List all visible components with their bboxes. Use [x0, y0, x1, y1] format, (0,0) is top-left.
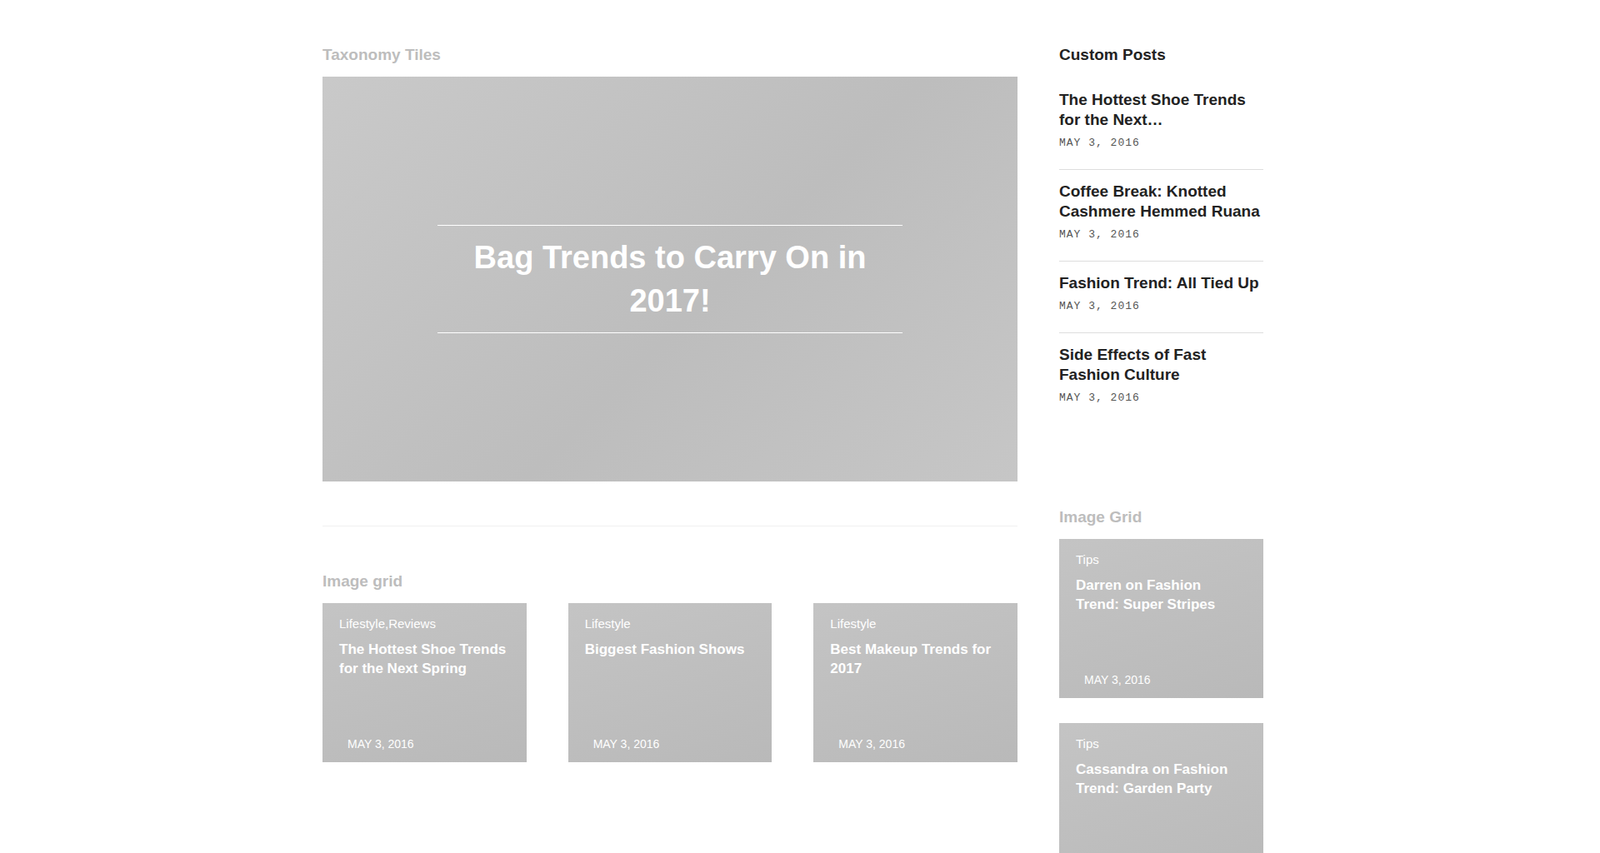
post-title[interactable]: Coffee Break: Knotted Cashmere Hemmed Ru… [1059, 181, 1264, 222]
post-title[interactable]: Fashion Trend: All Tied Up [1059, 273, 1264, 294]
card-date: MAY 3, 2016 [1075, 663, 1247, 687]
card-title[interactable]: Best Makeup Trends for 2017 [830, 640, 1001, 679]
card-title[interactable]: Darren on Fashion Trend: Super Stripes [1075, 575, 1247, 615]
section-heading: Image grid [322, 571, 1018, 592]
card-category[interactable]: Lifestyle [830, 616, 1001, 632]
image-grid: Lifestyle,Reviews The Hottest Shoe Trends… [322, 603, 1018, 763]
post-title[interactable]: The Hottest Shoe Trends for the Next… [1059, 90, 1264, 130]
main-column: Taxonomy Tiles Bag Trends to Carry On in … [322, 45, 1018, 853]
card-title[interactable]: The Hottest Shoe Trends for the Next Spr… [339, 640, 510, 679]
card-date: MAY 3, 2016 [585, 727, 756, 751]
sidebar: Custom Posts The Hottest Shoe Trends for … [1059, 45, 1264, 853]
post-item: Coffee Break: Knotted Cashmere Hemmed Ru… [1059, 170, 1264, 262]
post-list: The Hottest Shoe Trends for the Next… MAY… [1059, 78, 1264, 425]
card-date: MAY 3, 2016 [830, 727, 1001, 751]
taxonomy-tile[interactable]: Bag Trends to Carry On in 2017! [322, 76, 1018, 482]
grid-card[interactable]: Lifestyle,Reviews The Hottest Shoe Trends… [322, 603, 527, 763]
post-date: MAY 3, 2016 [1059, 391, 1264, 405]
post-date: MAY 3, 2016 [1059, 300, 1264, 313]
grid-card[interactable]: Lifestyle Biggest Fashion Shows MAY 3, 201… [568, 603, 773, 763]
section-heading: Taxonomy Tiles [322, 45, 1018, 65]
post-date: MAY 3, 2016 [1059, 228, 1264, 241]
card-category[interactable]: Lifestyle [585, 616, 756, 632]
post-item: Side Effects of Fast Fashion Culture MAY … [1059, 333, 1264, 425]
card-category[interactable]: Tips [1075, 736, 1247, 752]
post-date: MAY 3, 2016 [1059, 136, 1264, 150]
card-title[interactable]: Biggest Fashion Shows [585, 640, 756, 660]
grid-card[interactable]: Tips Darren on Fashion Trend: Super Strip… [1059, 539, 1264, 699]
post-title[interactable]: Side Effects of Fast Fashion Culture [1059, 345, 1264, 385]
widget-heading: Image Grid [1059, 507, 1264, 528]
grid-card[interactable]: Lifestyle Best Makeup Trends for 2017 MAY … [813, 603, 1018, 763]
post-item: The Hottest Shoe Trends for the Next… MAY… [1059, 78, 1264, 170]
post-item: Fashion Trend: All Tied Up MAY 3, 2016 [1059, 261, 1264, 334]
divider [322, 525, 1018, 527]
grid-card[interactable]: Tips Cassandra on Fashion Trend: Garden P… [1059, 723, 1264, 853]
tile-title-box: Bag Trends to Carry On in 2017! [437, 225, 903, 334]
page: Taxonomy Tiles Bag Trends to Carry On in … [322, 0, 1600, 853]
card-category[interactable]: Lifestyle,Reviews [339, 616, 510, 632]
card-date: MAY 3, 2016 [339, 727, 510, 751]
card-title[interactable]: Cassandra on Fashion Trend: Garden Party [1075, 760, 1247, 799]
card-category[interactable]: Tips [1075, 552, 1247, 568]
widget-heading: Custom Posts [1059, 45, 1264, 65]
tile-title[interactable]: Bag Trends to Carry On in 2017! [470, 235, 870, 323]
